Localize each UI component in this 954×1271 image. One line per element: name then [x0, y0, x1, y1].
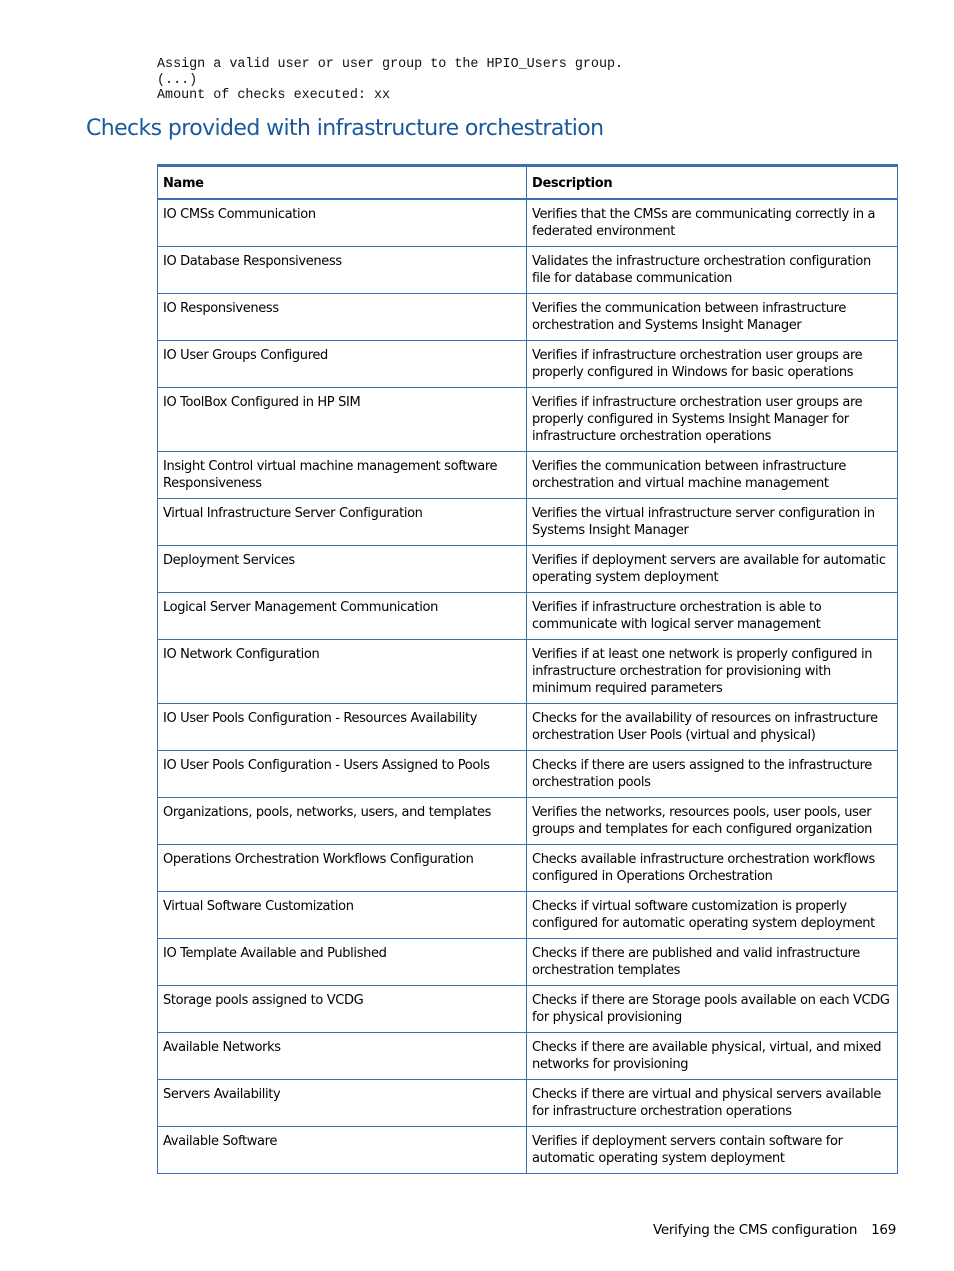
- table-row: IO ToolBox Configured in HP SIM Verifies …: [157, 387, 898, 452]
- table-row: Organizations, pools, networks, users, a…: [157, 797, 898, 845]
- check-description: Verifies the communication between infra…: [526, 451, 898, 499]
- check-name: IO ToolBox Configured in HP SIM: [157, 387, 527, 452]
- check-description: Checks if there are virtual and physical…: [526, 1079, 898, 1127]
- check-description: Verifies if infrastructure orchestration…: [526, 387, 898, 452]
- check-description: Verifies if deployment servers are avail…: [526, 545, 898, 593]
- page-number: 169: [871, 1222, 896, 1238]
- table-row: IO Network Configuration Verifies if at l…: [157, 639, 898, 704]
- check-description: Verifies if infrastructure orchestration…: [526, 340, 898, 388]
- check-description: Verifies the communication between infra…: [526, 293, 898, 341]
- table-row: IO CMSs Communication Verifies that the C…: [157, 198, 898, 247]
- checks-table: Name Description IO CMSs Communication Ve…: [157, 164, 898, 1174]
- check-name: Operations Orchestration Workflows Confi…: [157, 844, 527, 892]
- check-name: Insight Control virtual machine manageme…: [157, 451, 527, 499]
- check-description: Checks for the availability of resources…: [526, 703, 898, 751]
- check-description: Checks if there are published and valid …: [526, 938, 898, 986]
- check-name: Virtual Software Customization: [157, 891, 527, 939]
- check-name: Organizations, pools, networks, users, a…: [157, 797, 527, 845]
- check-name: Available Networks: [157, 1032, 527, 1080]
- check-name: Available Software: [157, 1126, 527, 1174]
- check-name: Virtual Infrastructure Server Configurat…: [157, 498, 527, 546]
- check-name: IO CMSs Communication: [157, 198, 527, 247]
- table-row: Operations Orchestration Workflows Confi…: [157, 844, 898, 892]
- check-description: Checks available infrastructure orchestr…: [526, 844, 898, 892]
- table-row: Deployment Services Verifies if deploymen…: [157, 545, 898, 593]
- table-row: Logical Server Management Communication V…: [157, 592, 898, 640]
- check-description: Verifies if infrastructure orchestration…: [526, 592, 898, 640]
- code-line: (...): [157, 72, 198, 88]
- table-row: IO User Groups Configured Verifies if inf…: [157, 340, 898, 388]
- table-row: IO Responsiveness Verifies the communicat…: [157, 293, 898, 341]
- check-name: IO User Groups Configured: [157, 340, 527, 388]
- table-row: Servers Availability Checks if there are …: [157, 1079, 898, 1127]
- check-name: Logical Server Management Communication: [157, 592, 527, 640]
- table-row: IO User Pools Configuration - Users Assi…: [157, 750, 898, 798]
- table-body: IO CMSs Communication Verifies that the C…: [157, 198, 898, 1174]
- section-title: Checks provided with infrastructure orch…: [86, 116, 604, 141]
- check-description: Verifies that the CMSs are communicating…: [526, 198, 898, 247]
- code-line: Amount of checks executed: xx: [157, 88, 391, 103]
- check-description: Validates the infrastructure orchestrati…: [526, 246, 898, 294]
- check-name: Deployment Services: [157, 545, 527, 593]
- check-description: Verifies if deployment servers contain s…: [526, 1126, 898, 1174]
- check-description: Checks if there are users assigned to th…: [526, 750, 898, 798]
- table-row: IO Database Responsiveness Validates the …: [157, 246, 898, 294]
- table-row: Available Software Verifies if deployment…: [157, 1126, 898, 1174]
- check-name: IO Template Available and Published: [157, 938, 527, 986]
- code-block: Assign a valid user or user group to the…: [157, 57, 623, 104]
- column-header-name: Name: [157, 165, 527, 200]
- table-row: IO User Pools Configuration - Resources …: [157, 703, 898, 751]
- column-header-description: Description: [526, 165, 898, 200]
- check-name: IO Responsiveness: [157, 293, 527, 341]
- table-row: Available Networks Checks if there are av…: [157, 1032, 898, 1080]
- check-description: Verifies if at least one network is prop…: [526, 639, 898, 704]
- check-name: Servers Availability: [157, 1079, 527, 1127]
- page-footer: Verifying the CMS configuration 169: [653, 1222, 896, 1238]
- check-name: IO Network Configuration: [157, 639, 527, 704]
- check-description: Checks if virtual software customization…: [526, 891, 898, 939]
- check-name: IO Database Responsiveness: [157, 246, 527, 294]
- table-row: Storage pools assigned to VCDG Checks if …: [157, 985, 898, 1033]
- check-description: Checks if there are available physical, …: [526, 1032, 898, 1080]
- code-line: Assign a valid user or user group to the…: [157, 57, 624, 72]
- check-description: Verifies the virtual infrastructure serv…: [526, 498, 898, 546]
- table-row: Virtual Infrastructure Server Configurat…: [157, 498, 898, 546]
- table-row: Insight Control virtual machine manageme…: [157, 451, 898, 499]
- check-name: IO User Pools Configuration - Resources …: [157, 703, 527, 751]
- check-description: Checks if there are Storage pools availa…: [526, 985, 898, 1033]
- table-row: IO Template Available and Published Check…: [157, 938, 898, 986]
- check-name: IO User Pools Configuration - Users Assi…: [157, 750, 527, 798]
- check-name: Storage pools assigned to VCDG: [157, 985, 527, 1033]
- check-description: Verifies the networks, resources pools, …: [526, 797, 898, 845]
- table-row: Virtual Software Customization Checks if …: [157, 891, 898, 939]
- table-header-row: Name Description: [157, 165, 898, 200]
- footer-section-title: Verifying the CMS configuration: [653, 1222, 858, 1238]
